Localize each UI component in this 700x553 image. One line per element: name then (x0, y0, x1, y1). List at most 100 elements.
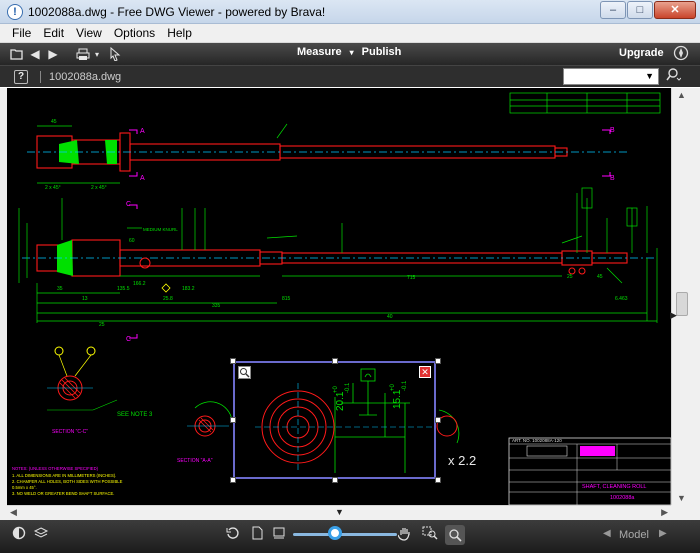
upgrade-button[interactable]: Upgrade (619, 47, 664, 59)
model-prev-icon[interactable]: ◀ (603, 528, 611, 539)
note-3: 0.5mm x 45°. (12, 485, 37, 490)
section-b-b (436, 409, 460, 444)
mag-dim-left-tol-top: +0 (333, 385, 339, 393)
print-dropdown-icon[interactable]: ▾ (92, 45, 102, 63)
section-marker-b2: B (610, 175, 615, 182)
menu-file[interactable]: File (6, 26, 37, 40)
revision-table (509, 92, 661, 114)
section-marker-c2: C (126, 336, 131, 343)
help-button[interactable]: ? (14, 69, 28, 84)
title-block-part-name: SHAFT, CLEANING ROLL (582, 484, 647, 490)
title-block: ART. NO. 1002088A·120 SHAFT, CLEANING RO… (508, 437, 671, 505)
mag-dim-right: 15.1 (392, 389, 403, 409)
close-button[interactable]: ✕ (654, 1, 696, 19)
mag-dim-right-tol-top: +0 (390, 383, 396, 391)
dim-815: 40 (387, 314, 393, 320)
file-name-tab[interactable]: 1002088a.dwg (49, 71, 121, 83)
dim-13: 166.2 (133, 281, 146, 287)
resize-handle-tl[interactable] (230, 358, 236, 364)
select-cursor-icon[interactable] (106, 45, 124, 63)
model-tab[interactable]: Model (619, 529, 649, 541)
toolbar-center: Measure ▾ Publish (297, 46, 409, 58)
mag-dim-left: 20.1 (335, 391, 346, 411)
print-icon[interactable] (74, 45, 92, 63)
scroll-up-icon[interactable]: ▲ (677, 90, 686, 100)
resize-handle-ml[interactable] (230, 417, 236, 423)
section-label-c: SECTION "C-C" (52, 429, 88, 435)
dim-60: 13 (82, 296, 88, 302)
scroll-corner (671, 505, 700, 520)
magnifier-window[interactable]: ✕ 20.1 +0 -0.1 15.1 +0 -0.1 (233, 361, 436, 479)
scroll-right-icon[interactable]: ▶ (661, 507, 668, 518)
dim-25a: 45 (597, 274, 603, 280)
section-label-a: SECTION "A-A" (177, 458, 213, 464)
magnifier-scale-label: x 2.2 (448, 453, 477, 468)
dim-25b: 6.463 (615, 296, 628, 302)
svg-text:2 x 45°: 2 x 45° (91, 185, 107, 191)
panel-expand-icon[interactable]: ▶ (670, 310, 677, 321)
svg-text:2 x 45°: 2 x 45° (45, 185, 61, 191)
rotate-icon[interactable] (224, 526, 242, 544)
section-c-c: SEE NOTE 3 SECTION "C-C" (47, 346, 153, 435)
page-icon[interactable] (248, 526, 266, 544)
dim-258: 815 (282, 296, 291, 302)
title-block-drawing-no: 1002088a (610, 495, 635, 501)
zoom-slider-track[interactable] (293, 533, 397, 536)
measure-dropdown-icon[interactable]: ▾ (350, 48, 354, 58)
resize-handle-mr[interactable] (435, 417, 441, 423)
zoom-window-icon[interactable] (421, 526, 439, 544)
menu-bar: File Edit View Options Help (0, 24, 700, 43)
maximize-button[interactable]: □ (627, 1, 653, 19)
view-select[interactable]: ▼ (563, 68, 659, 85)
panel-collapse-icon[interactable]: ▼ (335, 507, 344, 517)
zoom-slider-thumb[interactable] (327, 526, 342, 540)
dim-183: 335 (212, 303, 221, 309)
model-next-icon[interactable]: ▶ (659, 528, 667, 539)
dim-100: 35 (57, 286, 63, 292)
layers-toggle-icon[interactable] (10, 526, 28, 544)
dim-715: 25 (99, 322, 105, 328)
open-folder-icon[interactable] (8, 45, 26, 63)
back-icon[interactable]: ◀ (26, 45, 44, 63)
minimize-button[interactable]: – (600, 1, 626, 19)
scroll-thumb[interactable] (676, 292, 688, 316)
info-icon: ! (7, 3, 23, 20)
menu-edit[interactable]: Edit (37, 26, 70, 40)
forward-icon[interactable]: ▶ (44, 45, 62, 63)
dim-335: 715 (407, 275, 416, 281)
resize-handle-bl[interactable] (230, 477, 236, 483)
dim-medium-knurl: MEDIUM KNURL (143, 227, 178, 232)
file-bar: ? 1002088a.dwg ▼ (0, 65, 700, 87)
resize-handle-tr[interactable] (435, 358, 441, 364)
window-controls: – □ ✕ (599, 1, 696, 19)
note-4: 3. NO WELD OR GREATER BEND SHAFT SURFACE… (12, 491, 114, 496)
title-block-art-no: ART. NO. 1002088A·120 (512, 438, 562, 443)
magnifier-icon[interactable] (445, 525, 465, 545)
fit-page-icon[interactable] (270, 526, 288, 544)
pan-hand-icon[interactable] (396, 526, 414, 544)
notes-title: NOTES: (UNLESS OTHERWISE SPECIFIED) (12, 466, 99, 471)
scroll-down-icon[interactable]: ▼ (677, 493, 686, 503)
horizontal-scrollbar[interactable]: ◀ ▼ ▶ (7, 505, 671, 520)
menu-options[interactable]: Options (108, 26, 161, 40)
drawing-canvas[interactable]: 45 2 x 45° 2 x 45° A A B B C C MEDIUM KN… (7, 88, 671, 505)
layers-icon[interactable] (32, 526, 50, 544)
section-marker-a1: A (140, 128, 145, 135)
resize-handle-bm[interactable] (332, 477, 338, 483)
section-marker-b1: B (610, 127, 615, 134)
menu-help[interactable]: Help (161, 26, 198, 40)
compass-icon[interactable] (672, 45, 690, 63)
resize-handle-br[interactable] (435, 477, 441, 483)
search-icon[interactable] (665, 68, 682, 85)
scroll-left-icon[interactable]: ◀ (10, 507, 17, 518)
resize-handle-tm[interactable] (332, 358, 338, 364)
note-1: 1. ALL DIMENSIONS ARE IN MILLIMETERS (IN… (12, 473, 116, 478)
publish-button[interactable]: Publish (362, 46, 402, 58)
menu-view[interactable]: View (70, 26, 108, 40)
measure-button[interactable]: Measure (297, 46, 342, 58)
dim-135: 183.2 (182, 286, 195, 292)
left-border (0, 88, 7, 520)
section-marker-a2: A (140, 175, 145, 182)
right-border (693, 88, 700, 505)
vertical-scrollbar[interactable]: ▲ ▶ ▼ (670, 88, 693, 505)
